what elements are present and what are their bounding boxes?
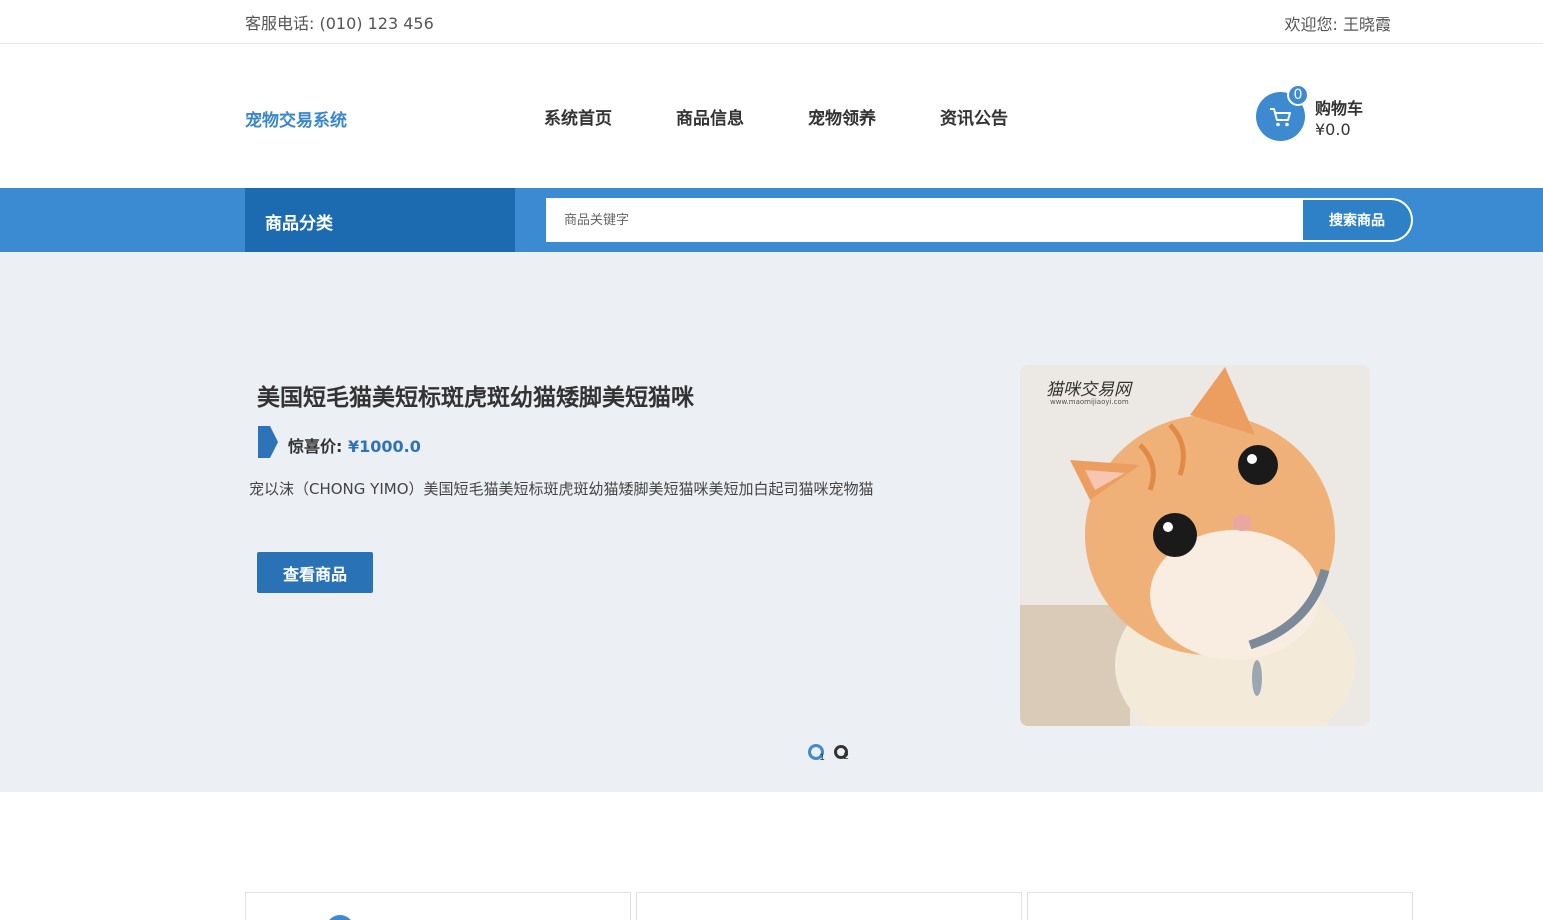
search-button[interactable]: 搜索商品 bbox=[1303, 200, 1411, 240]
feature-cards bbox=[245, 892, 1418, 920]
search-box: 搜索商品 bbox=[546, 198, 1413, 242]
price-tag-icon bbox=[258, 426, 278, 458]
service-phone: 客服电话: (010) 123 456 bbox=[245, 14, 434, 33]
banner-price: 惊喜价: ¥1000.0 bbox=[288, 433, 421, 457]
shopping-cart-icon bbox=[1270, 108, 1291, 127]
search-input[interactable] bbox=[546, 198, 1302, 242]
banner-product-description: 宠以沫（CHONG YIMO）美国短毛猫美短标斑虎斑幼猫矮脚美短猫咪美短加白起司… bbox=[249, 480, 874, 498]
carousel-pagination: 1 2 bbox=[808, 744, 858, 763]
carousel-dot-1[interactable]: 1 bbox=[808, 744, 825, 763]
globe-icon bbox=[326, 915, 354, 920]
hero-carousel: 美国短毛猫美短标斑虎斑幼猫矮脚美短猫咪 惊喜价: ¥1000.0 宠以沫（CHO… bbox=[0, 252, 1543, 792]
cart-title[interactable]: 购物车 bbox=[1315, 95, 1363, 119]
nav-home[interactable]: 系统首页 bbox=[544, 104, 612, 129]
image-watermark: 猫咪交易网 bbox=[1046, 380, 1131, 400]
cart-count-badge: 0 bbox=[1287, 84, 1309, 106]
product-image[interactable]: 猫咪交易网 www.maomijiaoyi.com bbox=[1020, 365, 1370, 726]
feature-card bbox=[245, 892, 631, 920]
category-menu-button[interactable]: 商品分类 bbox=[245, 188, 515, 252]
nav-adoption[interactable]: 宠物领养 bbox=[808, 104, 876, 129]
feature-card bbox=[1027, 892, 1413, 920]
cart-total: ¥0.0 bbox=[1315, 120, 1351, 139]
feature-card bbox=[636, 892, 1022, 920]
nav-products[interactable]: 商品信息 bbox=[676, 104, 744, 129]
banner-product-title: 美国短毛猫美短标斑虎斑幼猫矮脚美短猫咪 bbox=[257, 385, 694, 411]
cat-photo-illustration bbox=[1020, 365, 1370, 726]
main-nav: 系统首页 商品信息 宠物领养 资讯公告 bbox=[544, 104, 1072, 129]
price-label: 惊喜价: bbox=[288, 437, 343, 456]
site-header: 宠物交易系统 系统首页 商品信息 宠物领养 资讯公告 0 购物车 ¥0.0 bbox=[0, 44, 1543, 188]
top-bar: 客服电话: (010) 123 456 欢迎您: 王晓霞 bbox=[0, 0, 1543, 44]
view-product-button[interactable]: 查看商品 bbox=[257, 552, 373, 593]
price-value: ¥1000.0 bbox=[347, 437, 421, 456]
carousel-dot-2[interactable]: 2 bbox=[834, 745, 849, 762]
search-bar: 商品分类 搜索商品 bbox=[0, 188, 1543, 252]
site-logo[interactable]: 宠物交易系统 bbox=[245, 106, 347, 131]
welcome-user[interactable]: 欢迎您: 王晓霞 bbox=[1285, 11, 1391, 35]
image-watermark-url: www.maomijiaoyi.com bbox=[1050, 398, 1129, 406]
nav-news[interactable]: 资讯公告 bbox=[940, 104, 1008, 129]
